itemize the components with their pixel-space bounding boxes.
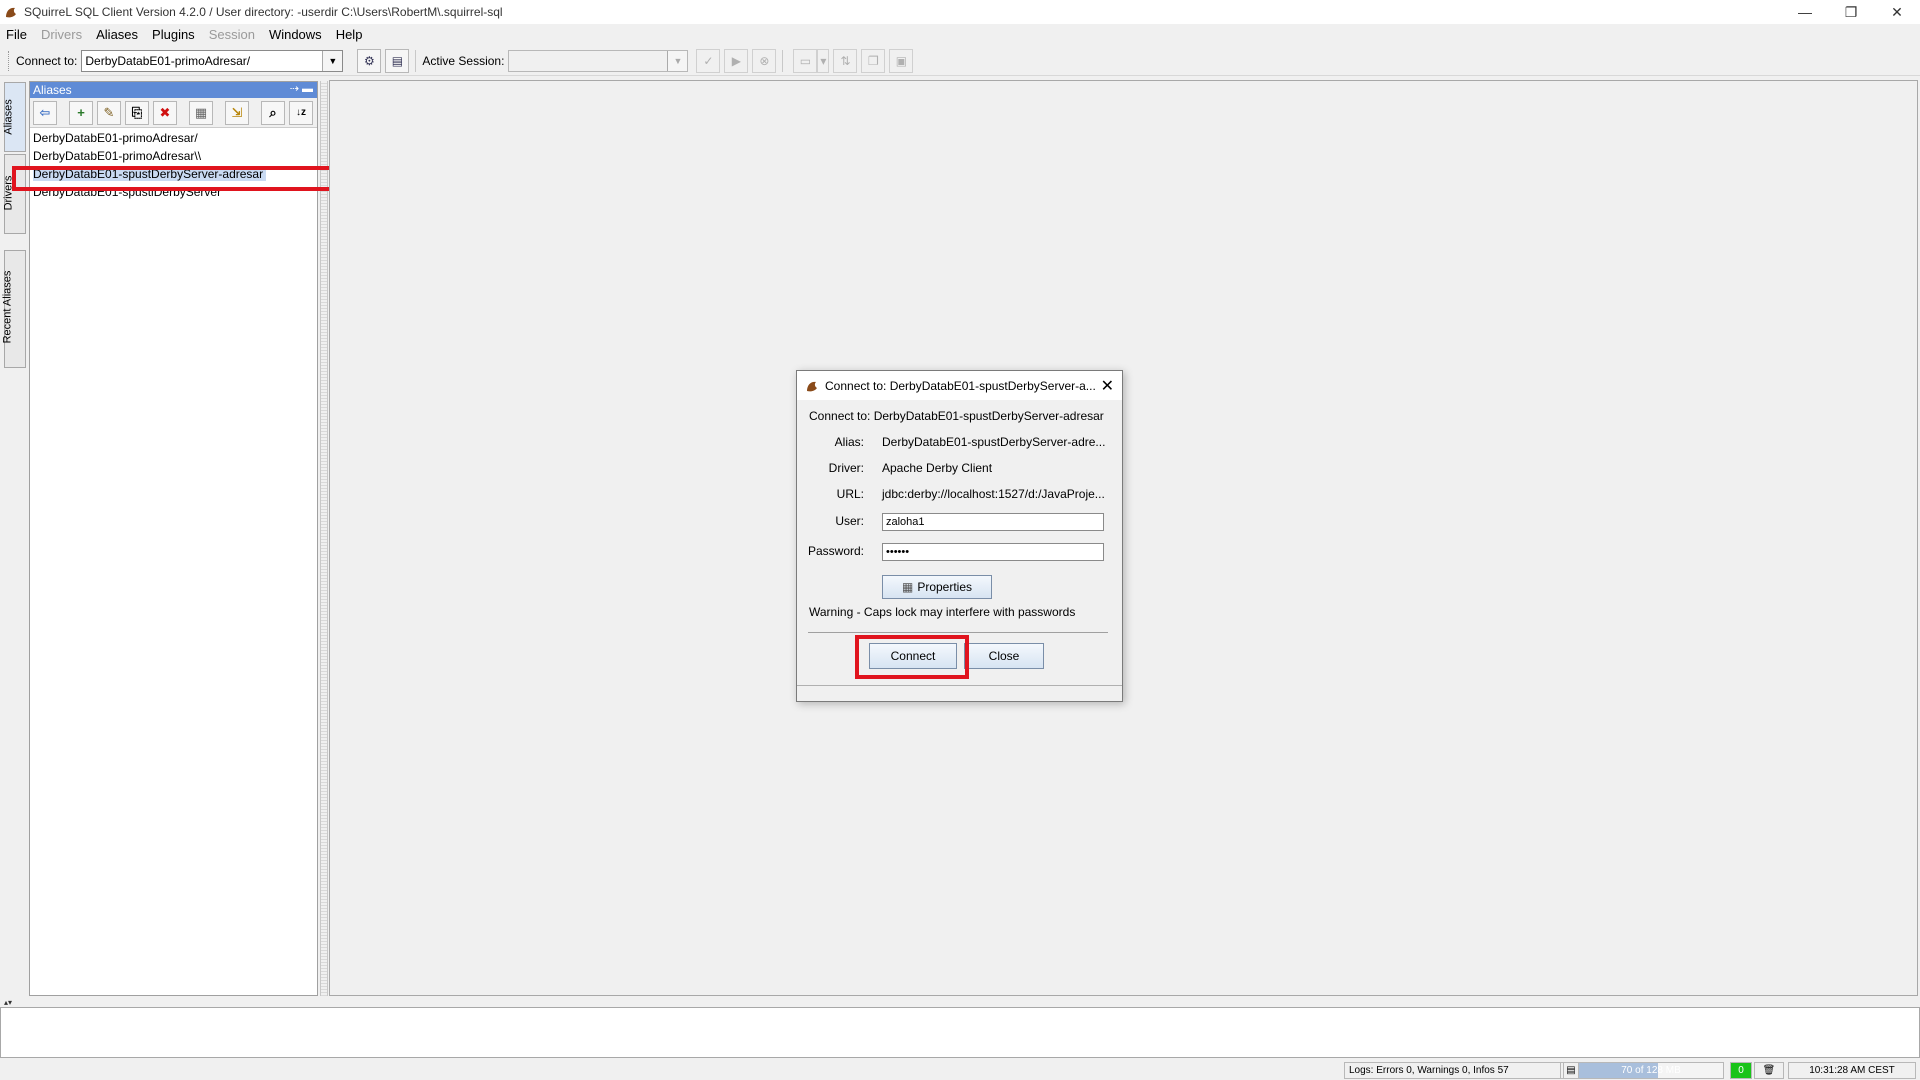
menu-drivers[interactable]: Drivers xyxy=(41,27,82,42)
search-icon[interactable]: ⌕ xyxy=(261,100,285,125)
driver-label: Driver: xyxy=(828,461,864,475)
menu-windows[interactable]: Windows xyxy=(269,27,322,42)
chevron-down-icon[interactable]: ▼ xyxy=(667,50,688,71)
logs-status[interactable]: Logs: Errors 0, Warnings 0, Infos 57 xyxy=(1344,1062,1564,1079)
message-pane-divider[interactable]: ▴▾ xyxy=(0,998,1920,1007)
url-value: jdbc:derby://localhost:1527/d:/JavaProje… xyxy=(882,487,1105,501)
tab-recent-aliases[interactable]: Recent Aliases xyxy=(1,250,26,368)
properties-icon: ▦ xyxy=(901,580,914,594)
side-tab-strip: Aliases Drivers Recent Aliases xyxy=(0,80,28,996)
chevron-down-icon[interactable]: ▾ xyxy=(817,48,830,73)
aliases-panel-title: Aliases xyxy=(33,83,72,97)
active-session-label: Active Session: xyxy=(422,53,505,68)
minimize-button[interactable]: — xyxy=(1782,0,1828,24)
menu-bar: File Drivers Aliases Plugins Session Win… xyxy=(0,24,1920,44)
driver-value: Apache Derby Client xyxy=(882,461,993,475)
menu-session[interactable]: Session xyxy=(209,27,255,42)
message-pane xyxy=(0,1007,1920,1058)
connect-to-label: Connect to: xyxy=(16,53,78,68)
list-item[interactable]: DerbyDatabE01-spustiDerbyServer xyxy=(30,183,317,201)
alias-list: DerbyDatabE01-primoAdresar/ DerbyDatabE0… xyxy=(30,128,317,201)
run-icon[interactable]: ▶ xyxy=(724,48,749,73)
clock: 10:31:28 AM CEST xyxy=(1788,1062,1916,1079)
panel-splitter[interactable] xyxy=(320,81,328,996)
new-session-icon[interactable]: ▤ xyxy=(385,48,410,73)
connect-icon[interactable]: ⚙ xyxy=(357,48,382,73)
tab-drivers[interactable]: Drivers xyxy=(2,154,26,234)
user-label: User: xyxy=(835,514,864,528)
restore-button[interactable]: ❐ xyxy=(1828,0,1874,24)
user-field[interactable]: zaloha1 xyxy=(882,513,1104,531)
tab-aliases[interactable]: Aliases xyxy=(3,82,26,152)
window-title: SQuirreL SQL Client Version 4.2.0 / User… xyxy=(24,5,503,19)
password-field[interactable]: •••••• xyxy=(882,543,1104,561)
memory-status[interactable]: 70 of 128 MB xyxy=(1578,1062,1724,1079)
commit-icon[interactable]: ✓ xyxy=(696,48,721,73)
alias-label: Alias: xyxy=(834,435,864,449)
maximize-icon[interactable]: ▣ xyxy=(889,48,914,73)
menu-help[interactable]: Help xyxy=(336,27,363,42)
connect-button[interactable]: Connect xyxy=(869,643,957,669)
stop-icon[interactable]: ⊗ xyxy=(752,48,777,73)
close-window-button[interactable]: ✕ xyxy=(1874,0,1920,24)
tile-icon[interactable]: ⇅ xyxy=(833,48,858,73)
dialog-footer xyxy=(797,685,1122,701)
connect-to-text: Connect to: DerbyDatabE01-spustDerbyServ… xyxy=(809,409,1104,423)
alias-value: DerbyDatabE01-spustDerbyServer-adre... xyxy=(882,435,1106,449)
panel-pin-minimize-icons[interactable]: ⇢ ▬ xyxy=(290,82,313,95)
close-icon[interactable]: ✕ xyxy=(1101,376,1114,396)
menu-file[interactable]: File xyxy=(6,27,27,42)
new-alias-button[interactable]: + xyxy=(69,100,93,125)
menu-plugins[interactable]: Plugins xyxy=(152,27,195,42)
list-item-selected[interactable]: DerbyDatabE01-spustDerbyServer-adresar xyxy=(30,165,317,183)
connect-alias-button[interactable]: ⇦ xyxy=(33,100,57,125)
active-session-combo[interactable]: ▼ xyxy=(508,49,689,72)
sort-icon[interactable]: ↓z xyxy=(289,100,313,125)
caps-lock-warning: Warning - Caps lock may interfere with p… xyxy=(809,605,1076,619)
connect-to-combo[interactable]: DerbyDatabE01-primoAdresar/ ▼ xyxy=(81,49,344,72)
window-icon[interactable]: ▭ xyxy=(793,48,818,73)
dialog-title-bar: Connect to: DerbyDatabE01-spustDerbyServ… xyxy=(797,371,1122,400)
aliases-toolbar: ⇦ + ✎ ⎘ ✖ ▦ ⇲ ⌕ ↓z xyxy=(30,98,317,128)
status-bar: Logs: Errors 0, Warnings 0, Infos 57 ▤ 7… xyxy=(0,1060,1920,1080)
password-label: Password: xyxy=(807,544,864,558)
list-item[interactable]: DerbyDatabE01-primoAdresar\\ xyxy=(30,147,317,165)
delete-alias-button[interactable]: ✖ xyxy=(153,100,177,125)
title-bar: SQuirreL SQL Client Version 4.2.0 / User… xyxy=(0,0,1920,24)
squirrel-icon xyxy=(6,7,16,18)
aliases-panel-header: Aliases ⇢ ▬ xyxy=(30,82,317,98)
edit-alias-button[interactable]: ✎ xyxy=(97,100,121,125)
gc-trash-icon[interactable]: 🗑 xyxy=(1754,1062,1784,1079)
cascade-icon[interactable]: ❐ xyxy=(861,48,886,73)
connect-dialog: Connect to: DerbyDatabE01-spustDerbyServ… xyxy=(796,370,1123,702)
properties-button[interactable]: ▦ Properties xyxy=(882,575,992,599)
dialog-close-button[interactable]: Close xyxy=(964,643,1044,669)
main-toolbar: Connect to: DerbyDatabE01-primoAdresar/ … xyxy=(0,46,1920,76)
desktop-area xyxy=(329,80,1918,996)
connect-to-value: DerbyDatabE01-primoAdresar/ xyxy=(85,53,251,68)
transfer-alias-button[interactable]: ⇲ xyxy=(225,100,249,125)
dialog-title: Connect to: DerbyDatabE01-spustDerbyServ… xyxy=(825,378,1096,393)
squirrel-icon xyxy=(807,381,817,391)
toolbar-grip[interactable] xyxy=(8,50,12,71)
menu-aliases[interactable]: Aliases xyxy=(96,27,138,42)
copy-alias-button[interactable]: ⎘ xyxy=(125,100,149,125)
url-label: URL: xyxy=(836,487,864,501)
gc-count[interactable]: 0 xyxy=(1730,1062,1752,1079)
chevron-down-icon[interactable]: ▼ xyxy=(322,50,343,71)
aliases-panel: Aliases ⇢ ▬ ⇦ + ✎ ⎘ ✖ ▦ ⇲ ⌕ ↓z DerbyData… xyxy=(29,81,318,996)
alias-properties-button[interactable]: ▦ xyxy=(189,100,213,125)
list-item[interactable]: DerbyDatabE01-primoAdresar/ xyxy=(30,129,317,147)
